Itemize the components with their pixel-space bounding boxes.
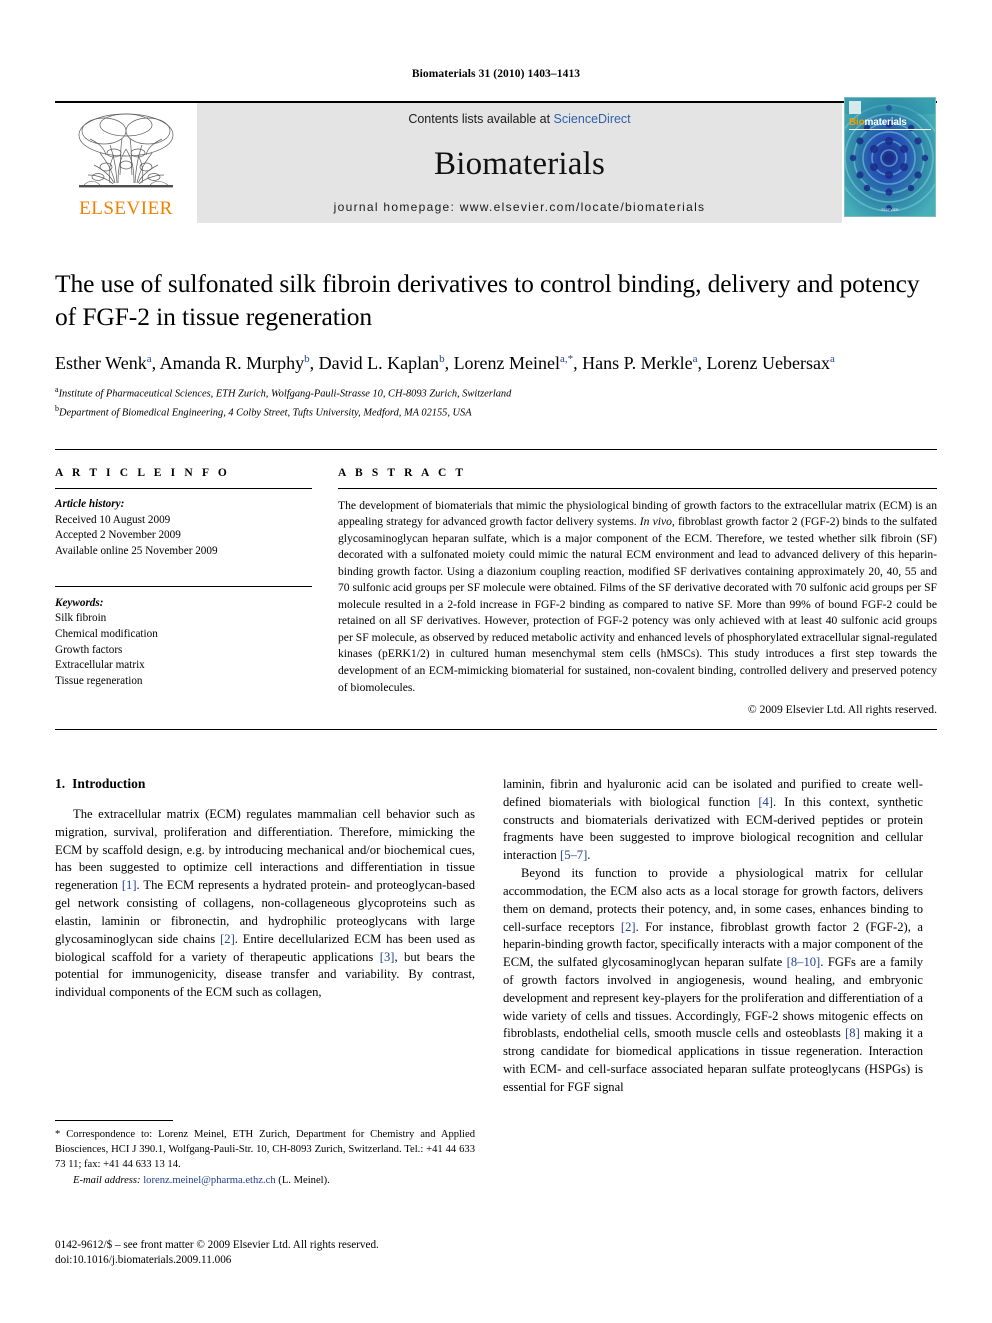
issn-line: 0142-9612/$ – see front matter © 2009 El…	[55, 1239, 379, 1251]
elsevier-wordmark: ELSEVIER	[79, 198, 173, 219]
cover-pattern-image	[845, 98, 935, 216]
keyword: Chemical modification	[55, 627, 158, 640]
sciencedirect-link[interactable]: ScienceDirect	[554, 112, 631, 126]
abstract-section-bottom-rule	[55, 729, 937, 731]
author: Lorenz Meinela,*	[454, 353, 574, 373]
section-number: 1.	[55, 776, 66, 792]
affiliation: bDepartment of Biomedical Engineering, 4…	[55, 403, 937, 421]
author-name: Amanda R. Murphy	[159, 353, 305, 374]
citation-ref[interactable]: [4]	[758, 795, 773, 809]
author-affiliation-marker: b	[304, 353, 310, 366]
cover-title-rule	[849, 129, 931, 130]
article-info-abstract-section: A R T I C L E I N F O Article history: R…	[55, 448, 937, 716]
author-name: Esther Wenk	[55, 353, 147, 374]
citation-ref[interactable]: [1]	[122, 878, 137, 892]
keywords-label: Keywords:	[55, 596, 104, 609]
article-history-item: Accepted 2 November 2009	[55, 529, 181, 542]
author-name: David L. Kaplan	[318, 353, 440, 374]
affiliation-text: Department of Biomedical Engineering, 4 …	[59, 407, 472, 419]
journal-article-page: Biomaterials 31 (2010) 1403–1413 ELSEVIE…	[0, 0, 992, 1323]
body-column-left: 1. Introduction The extracellular matrix …	[55, 776, 475, 1097]
email-address-link[interactable]: lorenz.meinel@pharma.ethz.ch	[143, 1175, 275, 1186]
paragraph: Beyond its function to provide a physiol…	[503, 865, 923, 1097]
author-affiliation-marker: b	[439, 353, 445, 366]
paragraph: The extracellular matrix (ECM) regulates…	[55, 806, 475, 1002]
abstract-text: The development of biomaterials that mim…	[338, 489, 937, 696]
cover-journal-title: Biomaterials	[849, 117, 907, 128]
article-history-item: Available online 25 November 2009	[55, 544, 218, 557]
author: Lorenz Uebersaxa	[707, 353, 835, 373]
author: David L. Kaplanb	[319, 353, 445, 373]
doi-line: doi:10.1016/j.biomaterials.2009.11.006	[55, 1254, 232, 1267]
footnote-block: * Correspondence to: Lorenz Meinel, ETH …	[55, 1120, 475, 1189]
issn-doi-block: 0142-9612/$ – see front matter © 2009 El…	[55, 1238, 485, 1269]
citation-ref[interactable]: [5–7]	[560, 848, 587, 862]
keyword: Growth factors	[55, 643, 123, 656]
keyword: Extracellular matrix	[55, 659, 145, 672]
article-history-block: Article history: Received 10 August 2009…	[55, 489, 312, 560]
email-note: E-mail address: lorenz.meinel@pharma.eth…	[55, 1174, 475, 1189]
abstract-italic-in-vivo: In vivo	[639, 515, 672, 529]
email-suffix: (L. Meinel).	[275, 1175, 330, 1187]
journal-banner-center: Contents lists available at ScienceDirec…	[197, 103, 842, 223]
article-history-label: Article history:	[55, 497, 125, 510]
running-head: Biomaterials 31 (2010) 1403–1413	[411, 68, 581, 80]
article-history-item: Received 10 August 2009	[55, 513, 171, 526]
author: Esther Wenka	[55, 353, 152, 373]
citation-ref[interactable]: [3]	[380, 950, 395, 964]
author-list: Esther Wenka, Amanda R. Murphyb, David L…	[55, 353, 835, 374]
author-name: Lorenz Uebersax	[706, 353, 830, 374]
keyword: Tissue regeneration	[55, 674, 143, 687]
footnote-rule	[55, 1120, 173, 1121]
contents-available-line: Contents lists available at ScienceDirec…	[408, 112, 630, 126]
text-run: .	[587, 848, 591, 863]
abstract-heading: A B S T R A C T	[338, 466, 467, 479]
abstract-column: A B S T R A C T The development of bioma…	[338, 467, 937, 716]
keyword: Silk fibroin	[55, 612, 107, 625]
author-name: Lorenz Meinel	[453, 353, 561, 374]
citation-ref[interactable]: [2]	[220, 932, 235, 946]
body-column-right: laminin, fibrin and hyaluronic acid can …	[503, 776, 923, 1097]
cover-elsevier-mark	[849, 101, 861, 114]
title-block: The use of sulfonated silk fibroin deriv…	[55, 267, 937, 421]
journal-title: Biomaterials	[433, 145, 606, 182]
author-affiliation-marker: a	[829, 353, 835, 366]
section-title: Introduction	[72, 776, 146, 792]
keywords-divider	[55, 585, 312, 587]
journal-banner: ELSEVIER Contents lists available at Sci…	[55, 97, 937, 223]
abstract-part-2: , fibroblast growth factor 2 (FGF-2) bin…	[338, 515, 937, 694]
article-title: The use of sulfonated silk fibroin deriv…	[55, 269, 920, 332]
author-affiliation-marker: a,*	[560, 353, 574, 366]
journal-homepage-link[interactable]: journal homepage: www.elsevier.com/locat…	[334, 200, 706, 214]
email-label: E-mail address:	[73, 1175, 141, 1187]
contents-prefix: Contents lists available at	[408, 112, 554, 126]
correspondence-note: * Correspondence to: Lorenz Meinel, ETH …	[55, 1129, 475, 1170]
elsevier-tree-icon	[78, 113, 174, 188]
affiliation-text: Institute of Pharmaceutical Sciences, ET…	[58, 388, 512, 400]
keywords-block: Keywords: Silk fibroin Chemical modifica…	[55, 577, 312, 690]
body-columns: 1. Introduction The extracellular matrix …	[55, 776, 937, 1097]
journal-cover-container: Biomaterials ELSEVIER	[842, 97, 937, 223]
author-affiliation-marker: a	[692, 353, 698, 366]
journal-cover-thumbnail[interactable]: Biomaterials ELSEVIER	[844, 97, 936, 217]
paragraph: laminin, fibrin and hyaluronic acid can …	[503, 776, 923, 865]
author: Hans P. Merklea	[582, 353, 697, 373]
elsevier-logo: ELSEVIER	[55, 103, 197, 223]
cover-title-first: Bio	[849, 117, 865, 128]
citation-ref[interactable]: [8–10]	[787, 955, 821, 969]
affiliation-list: aInstitute of Pharmaceutical Sciences, E…	[55, 384, 937, 420]
citation-ref[interactable]: [2]	[621, 920, 636, 934]
citation-ref[interactable]: [8]	[845, 1026, 860, 1040]
section-heading-introduction: 1. Introduction	[55, 776, 475, 792]
author: Amanda R. Murphyb	[160, 353, 310, 373]
author-affiliation-marker: a	[146, 353, 152, 366]
cover-footer-text: ELSEVIER	[881, 208, 899, 212]
article-info-heading: A R T I C L E I N F O	[55, 466, 230, 479]
cover-title-rest: materials	[864, 117, 907, 128]
author-name: Hans P. Merkle	[582, 353, 693, 374]
article-info-column: A R T I C L E I N F O Article history: R…	[55, 467, 312, 716]
affiliation: aInstitute of Pharmaceutical Sciences, E…	[55, 384, 937, 402]
copyright-line: © 2009 Elsevier Ltd. All rights reserved…	[747, 703, 937, 717]
